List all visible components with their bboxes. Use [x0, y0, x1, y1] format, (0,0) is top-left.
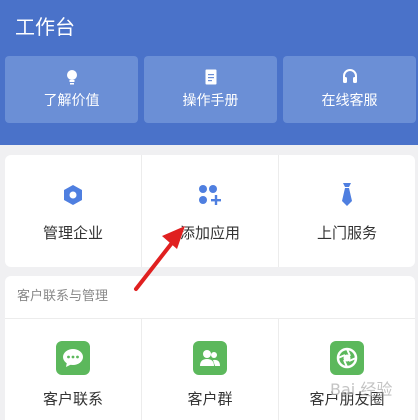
grid-item-manage-enterprise[interactable]: 管理企业	[5, 155, 141, 267]
main-grid-panel: 管理企业 添加应用 上门服务	[5, 155, 415, 267]
grid-item-label: 管理企业	[42, 224, 103, 242]
grid-item-customer-contact[interactable]: 客户联系	[5, 319, 141, 420]
hexagon-icon	[62, 184, 84, 206]
page-title: 工作台	[15, 15, 75, 39]
grid-item-add-apps[interactable]: 添加应用	[142, 155, 278, 267]
grid-item-label: 添加应用	[179, 224, 240, 242]
lightbulb-icon	[65, 69, 79, 85]
quick-action-label: 了解价值	[43, 93, 100, 109]
quick-action-support[interactable]: 在线客服	[283, 56, 416, 123]
grid-item-label: 上门服务	[316, 224, 377, 242]
header: 工作台 了解价值 操作手册 在线客服	[0, 0, 418, 145]
necktie-icon	[340, 183, 354, 206]
quick-action-value[interactable]: 了解价值	[5, 56, 138, 123]
chat-bubble-icon	[56, 341, 90, 375]
quick-action-manual[interactable]: 操作手册	[144, 56, 277, 123]
headset-icon	[342, 69, 358, 85]
grid-item-label: 客户群	[187, 390, 233, 408]
document-icon	[205, 69, 217, 85]
add-apps-icon	[198, 184, 222, 206]
grid-item-label: 客户联系	[42, 390, 103, 408]
grid-item-onsite-service[interactable]: 上门服务	[279, 155, 415, 267]
group-icon	[193, 341, 227, 375]
quick-action-label: 操作手册	[182, 93, 239, 109]
watermark: Bai 经验	[330, 380, 393, 399]
section-title: 客户联系与管理	[17, 289, 109, 304]
quick-action-label: 在线客服	[321, 93, 378, 109]
grid-item-customer-group[interactable]: 客户群	[142, 319, 278, 420]
grid-item-customer-moments[interactable]: 客户朋友圈	[279, 319, 415, 420]
camera-aperture-icon	[330, 341, 364, 375]
